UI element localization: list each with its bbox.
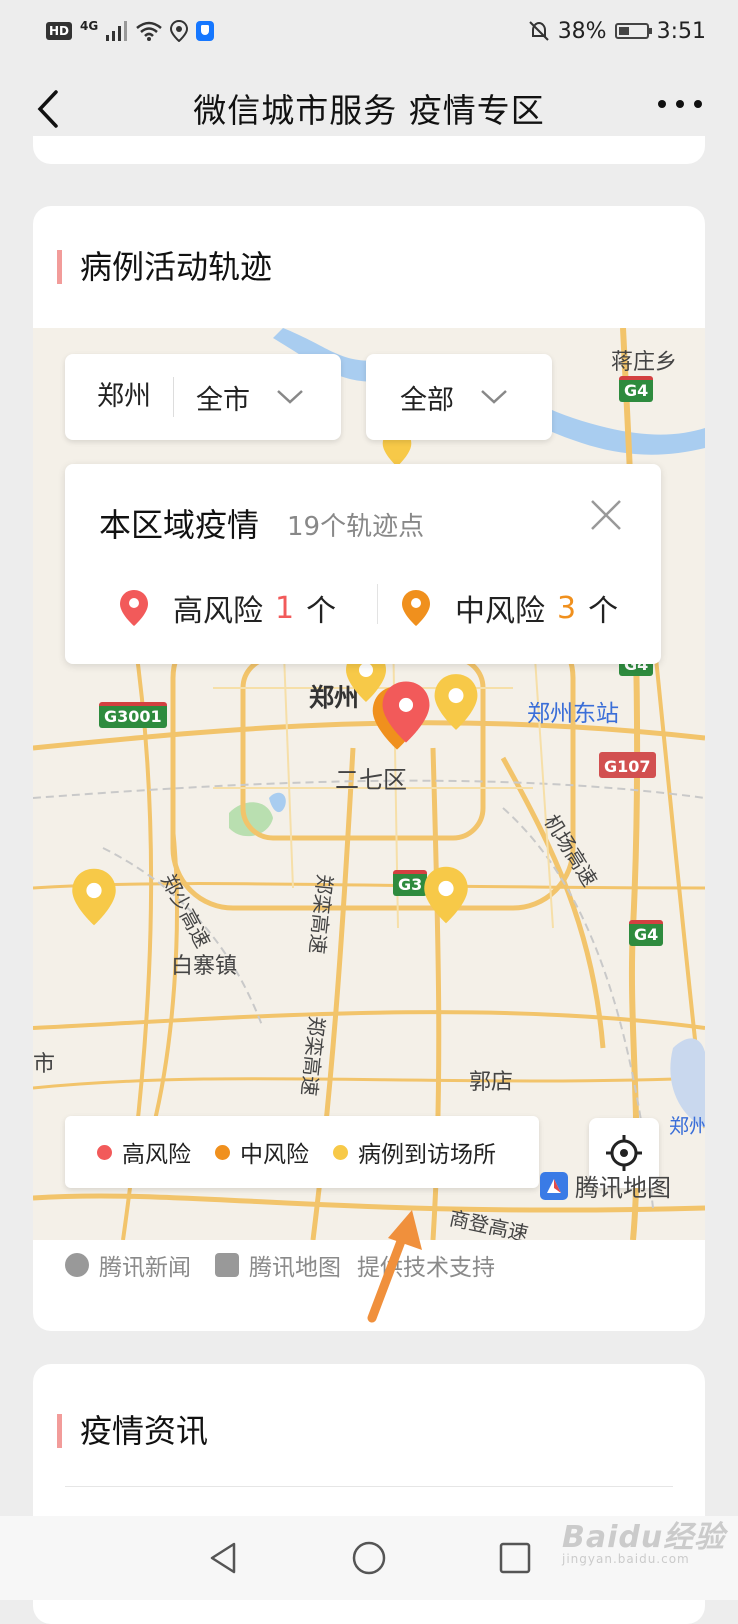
section-title-track: 病例活动轨迹 [57, 250, 272, 284]
region-info-panel: 本区域疫情 19个轨迹点 高风险 1 个 中风险 3 个 [65, 464, 661, 664]
map-label-zz-east: 郑州东站 [527, 701, 619, 727]
annotation-arrow [367, 1210, 422, 1323]
crosshair-icon [606, 1135, 642, 1171]
road-shield-g107: G107 [599, 752, 656, 778]
legend-visit-label: 病例到访场所 [358, 1142, 496, 1168]
legend-high: 高风险 [97, 1135, 191, 1169]
type-selector[interactable]: 全部 [366, 354, 552, 440]
high-risk-unit: 个 [306, 594, 337, 629]
status-bar: HD 4G 38% 3:51 [0, 0, 738, 62]
visit-pin-icon[interactable] [69, 866, 119, 928]
road-shield-g4-north: G4 [619, 376, 654, 402]
high-risk-count: 1 [275, 590, 295, 626]
region-info-title: 本区域疫情 [99, 506, 260, 544]
chevron-down-icon [481, 390, 507, 404]
visit-dot-icon [333, 1144, 348, 1160]
high-risk-dot-icon [97, 1144, 112, 1160]
road-shield-g3001: G3001 [99, 702, 167, 728]
map-label-airport: 郑州新郑国际机场 [669, 1114, 705, 1138]
track-point-count: 19个轨迹点 [287, 512, 425, 542]
security-shield-icon [196, 21, 215, 41]
signal-icon [106, 21, 128, 41]
high-risk-label: 高风险 [173, 594, 263, 629]
clock-time: 3:51 [656, 18, 706, 44]
case-track-card: 病例活动轨迹 蒋庄乡 郑州 二七区 郑州东站 白寨镇 郭店 市 郑少高速 郑栾高… [33, 206, 705, 1331]
medium-risk-unit: 个 [588, 594, 619, 629]
tencent-news-icon [65, 1253, 89, 1277]
map-label-jiangzhuang: 蒋庄乡 [611, 350, 678, 375]
chevron-down-icon [277, 390, 303, 404]
nav-recents-icon[interactable] [498, 1541, 532, 1575]
battery-percent: 38% [557, 18, 607, 44]
nav-back-icon[interactable] [206, 1540, 240, 1576]
legend-mid-label: 中风险 [240, 1142, 309, 1168]
map-label-baizhai: 白寨镇 [171, 954, 238, 979]
map-label-guodian: 郭店 [469, 1070, 514, 1095]
visit-pin-icon[interactable] [431, 672, 481, 732]
medium-risk-pin-icon [402, 590, 430, 626]
nav-home-icon[interactable] [351, 1540, 387, 1576]
type-value: 全部 [400, 384, 454, 416]
baidu-watermark: Baidu经验 jingyan.baidu.com [562, 1512, 725, 1566]
back-arrow-icon[interactable] [30, 86, 70, 132]
page-title: 微信城市服务 疫情专区 [193, 91, 545, 130]
wifi-icon [136, 21, 163, 41]
medium-risk-count: 3 [557, 590, 577, 626]
medium-risk-label: 中风险 [455, 594, 545, 629]
high-risk-pin-icon [120, 590, 148, 626]
tencent-map-icon [215, 1253, 239, 1277]
close-icon[interactable] [589, 498, 623, 532]
network-label: 4G [80, 19, 99, 33]
case-map[interactable]: 蒋庄乡 郑州 二七区 郑州东站 白寨镇 郭店 市 郑少高速 郑栾高速 郑栾高速 … [33, 328, 705, 1240]
visit-pin-icon[interactable] [421, 864, 471, 926]
compass-icon [540, 1171, 568, 1200]
tech-support-row: 腾讯新闻 腾讯地图 提供技术支持 [65, 1248, 495, 1282]
legend-mid: 中风险 [215, 1135, 309, 1169]
city-area-selector[interactable]: 郑州 全市 [65, 354, 341, 440]
map-label-edge-shi: 市 [33, 1052, 56, 1077]
medium-risk-summary: 中风险 3 个 [401, 586, 618, 630]
divider [377, 584, 378, 624]
legend-high-label: 高风险 [122, 1142, 191, 1168]
tencent-map-logo: 腾讯地图 [539, 1168, 671, 1203]
location-icon [170, 20, 189, 42]
watermark-text: Baidu经验 [562, 1520, 726, 1555]
support-map-label: 腾讯地图 [249, 1255, 341, 1281]
bell-off-icon [528, 21, 549, 41]
hd-badge: HD [46, 22, 73, 40]
road-shield-g4-south: G4 [629, 920, 664, 946]
high-risk-pin-icon[interactable] [379, 678, 433, 746]
medium-risk-dot-icon [215, 1144, 230, 1160]
high-risk-summary: 高风险 1 个 [119, 586, 336, 630]
map-label-erqi: 二七区 [335, 766, 407, 794]
area-value: 全市 [196, 384, 250, 416]
map-legend: 高风险 中风险 病例到访场所 [65, 1116, 539, 1188]
battery-icon [614, 23, 652, 39]
more-options-icon[interactable] [658, 100, 702, 108]
previous-card-bottom [33, 136, 705, 164]
city-value: 郑州 [65, 377, 174, 417]
divider [65, 1486, 673, 1487]
support-news-label: 腾讯新闻 [99, 1255, 191, 1281]
legend-visit: 病例到访场所 [333, 1135, 496, 1169]
tencent-map-logo-label: 腾讯地图 [575, 1174, 671, 1202]
section-title-news: 疫情资讯 [57, 1414, 208, 1448]
